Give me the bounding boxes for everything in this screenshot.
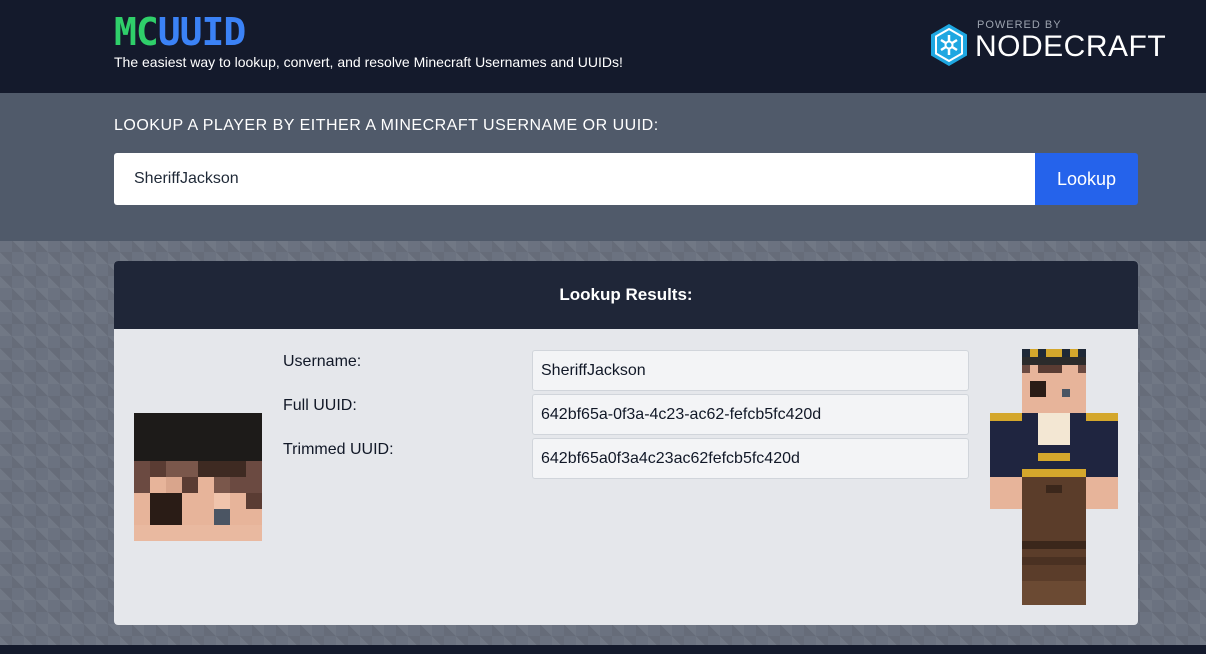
logo-mc-text: MC	[114, 10, 159, 54]
player-head-avatar	[134, 413, 262, 541]
search-label: LOOKUP A PLAYER BY EITHER A MINECRAFT US…	[114, 117, 659, 134]
player-skin-body	[990, 349, 1118, 605]
powered-by-nodecraft[interactable]: POWERED BY NODECRAFT	[930, 18, 1166, 68]
nodecraft-hex-icon	[931, 24, 967, 66]
logo-uuid-text: UUID	[157, 10, 247, 54]
results-title: Lookup Results:	[559, 285, 693, 304]
mcuuid-logo[interactable]: MC UUID	[114, 10, 247, 54]
trimmed-uuid-label: Trimmed UUID:	[283, 441, 394, 458]
footer-strip	[0, 645, 1206, 654]
nodecraft-wordmark: NODECRAFT	[975, 30, 1167, 63]
site-header: MC UUID The easiest way to lookup, conver…	[0, 0, 1206, 93]
trimmed-uuid-field[interactable]	[532, 438, 969, 479]
lookup-results-card: Lookup Results: Username: Full UUID: Tri…	[114, 261, 1138, 625]
username-label: Username:	[283, 353, 362, 370]
site-tagline: The easiest way to lookup, convert, and …	[114, 54, 623, 70]
full-uuid-label: Full UUID:	[283, 397, 357, 414]
username-field[interactable]	[532, 350, 969, 391]
results-header: Lookup Results:	[114, 261, 1138, 329]
search-section: LOOKUP A PLAYER BY EITHER A MINECRAFT US…	[0, 93, 1206, 241]
search-input[interactable]	[114, 153, 1035, 205]
lookup-button[interactable]: Lookup	[1035, 153, 1138, 205]
full-uuid-field[interactable]	[532, 394, 969, 435]
